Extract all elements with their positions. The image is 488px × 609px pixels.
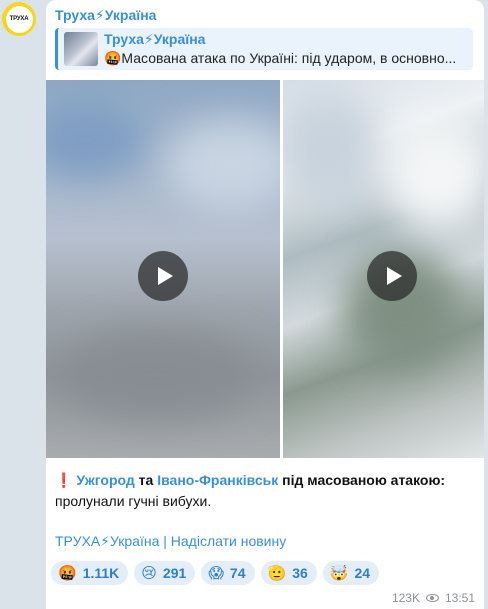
channel-name[interactable]: Труха⚡Україна	[55, 7, 156, 24]
play-icon	[386, 267, 402, 285]
reaction-count: 74	[229, 565, 246, 581]
reaction-exploding[interactable]: 🤯 24	[322, 561, 380, 585]
play-icon	[157, 267, 173, 285]
message-text: ❗ Ужгород та Івано-Франківськ під масова…	[55, 470, 475, 512]
video-thumbnail-2[interactable]	[283, 80, 484, 458]
reaction-count: 1.11K	[82, 565, 120, 581]
avatar-logo: ТРУХА	[5, 5, 33, 33]
eye-icon	[425, 594, 439, 602]
reply-preview[interactable]: Труха⚡Україна 🤬Масована атака по Україні…	[55, 28, 473, 70]
play-button[interactable]	[138, 251, 188, 301]
reply-text: 🤬Масована атака по Україні: під ударом, …	[104, 50, 457, 66]
reaction-salute[interactable]: 🫡 36	[260, 561, 317, 585]
play-button[interactable]	[367, 251, 417, 301]
reply-title: Труха⚡Україна	[104, 31, 206, 47]
exploding-head-icon: 🤯	[329, 564, 349, 582]
reaction-count: 24	[354, 565, 371, 581]
channel-avatar[interactable]: ТРУХА	[2, 2, 36, 36]
angry-face-icon: 🤬	[58, 564, 77, 582]
message-line2: пролунали гучні вибухи.	[55, 493, 212, 509]
video-blur-area	[46, 100, 146, 180]
video-blur-area	[166, 120, 280, 210]
reaction-count: 291	[162, 565, 187, 581]
video-blur-area	[283, 90, 383, 210]
message-meta: 123K 13:51	[392, 591, 475, 605]
footer-links[interactable]: ТРУХА⚡Україна | Надіслати новину	[55, 533, 286, 550]
city-link-uzhhorod[interactable]: Ужгород	[76, 472, 134, 488]
view-count: 123K	[391, 591, 420, 605]
message-bubble: Труха⚡Україна Труха⚡Україна 🤬Масована ат…	[46, 0, 484, 609]
city-link-ivano-frankivsk[interactable]: Івано-Франківськ	[157, 472, 278, 488]
reply-thumbnail	[64, 32, 98, 66]
crying-face-icon: 😢	[141, 564, 157, 582]
video-blur-area	[383, 120, 484, 230]
exclamation-icon: ❗	[55, 472, 73, 488]
reaction-count: 36	[292, 565, 308, 581]
reaction-scream[interactable]: 😱 74	[201, 561, 255, 585]
reaction-crying[interactable]: 😢 291	[134, 561, 196, 585]
reaction-angry[interactable]: 🤬 1.11K	[51, 561, 129, 585]
message-connector: та	[134, 472, 158, 488]
message-line1-rest: під масованою атакою:	[278, 472, 446, 488]
scrollbar-track[interactable]	[484, 0, 488, 609]
saluting-face-icon: 🫡	[267, 564, 287, 582]
reactions-bar: 🤬 1.11K 😢 291 😱 74 🫡 36 🤯 24	[51, 561, 380, 585]
screaming-face-icon: 😱	[208, 564, 224, 582]
video-blur-area	[56, 330, 256, 420]
message-time: 13:51	[444, 591, 475, 605]
video-thumbnail-1[interactable]	[46, 80, 280, 458]
